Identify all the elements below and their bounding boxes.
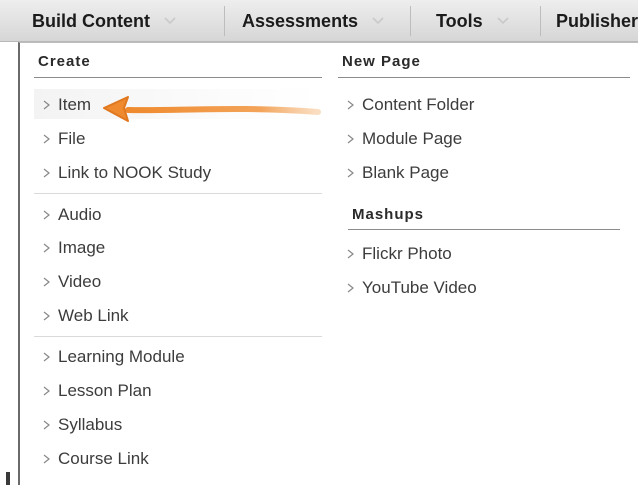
caret-right-icon <box>42 276 52 288</box>
tab-label: Build Content <box>32 10 150 31</box>
caret-right-icon <box>42 167 52 179</box>
menu-item-learning-module[interactable]: Learning Module <box>42 344 185 370</box>
caret-right-icon <box>346 282 356 294</box>
caret-right-icon <box>42 453 52 465</box>
menu-item-label: Web Link <box>58 306 129 325</box>
group-divider <box>34 336 322 337</box>
menu-item-label: Lesson Plan <box>58 381 152 400</box>
menu-item-label: Syllabus <box>58 415 123 434</box>
menu-item-file[interactable]: File <box>42 126 85 152</box>
caret-right-icon <box>42 99 52 111</box>
tab-label: Assessments <box>242 10 359 31</box>
menu-item-web-link[interactable]: Web Link <box>42 303 129 329</box>
menu-item-label: Audio <box>58 205 102 224</box>
menu-item-blank-page[interactable]: Blank Page <box>346 160 449 186</box>
menu-item-youtube-video[interactable]: YouTube Video <box>346 275 477 301</box>
menu-item-label: Module Page <box>362 129 463 148</box>
menu-item-label: Video <box>58 272 102 291</box>
tab-assessments[interactable]: Assessments <box>242 0 388 42</box>
menu-item-label: Flickr Photo <box>362 244 452 263</box>
group-divider <box>34 193 322 194</box>
tab-divider <box>540 6 541 36</box>
menu-item-course-link[interactable]: Course Link <box>42 446 149 472</box>
tab-tools[interactable]: Tools <box>436 0 513 42</box>
tab-publisher[interactable]: Publisher <box>556 0 638 42</box>
menu-item-content-folder[interactable]: Content Folder <box>346 92 474 118</box>
menu-item-label: File <box>58 129 86 148</box>
chevron-down-icon <box>493 11 513 31</box>
menu-item-item[interactable]: Item <box>42 92 91 118</box>
menu-item-video[interactable]: Video <box>42 269 101 295</box>
mashups-header-rule <box>348 229 620 230</box>
menu-item-module-page[interactable]: Module Page <box>346 126 462 152</box>
caret-right-icon <box>42 419 52 431</box>
caret-right-icon <box>42 351 52 363</box>
caret-right-icon <box>42 310 52 322</box>
menu-item-label: Course Link <box>58 449 149 468</box>
caret-right-icon <box>42 209 52 221</box>
menu-item-audio[interactable]: Audio <box>42 202 101 228</box>
menu-item-link-to-nook-study[interactable]: Link to NOOK Study <box>42 160 211 186</box>
tab-build-content[interactable]: Build Content <box>32 0 180 42</box>
new-page-header-rule <box>338 77 630 78</box>
tab-label: Tools <box>436 10 483 31</box>
tab-divider <box>224 6 225 36</box>
chevron-down-icon <box>160 11 180 31</box>
tab-label: Publisher <box>556 10 638 31</box>
caret-right-icon <box>346 133 356 145</box>
caret-right-icon <box>346 167 356 179</box>
caret-right-icon <box>42 385 52 397</box>
menu-item-image[interactable]: Image <box>42 235 105 261</box>
new-page-header: New Page <box>342 53 421 70</box>
panel-edge <box>6 472 10 485</box>
chevron-down-icon <box>368 11 388 31</box>
menu-item-label: Content Folder <box>362 95 475 114</box>
caret-right-icon <box>346 248 356 260</box>
menu-item-label: Item <box>58 95 92 114</box>
menu-item-flickr-photo[interactable]: Flickr Photo <box>346 241 452 267</box>
menu-item-lesson-plan[interactable]: Lesson Plan <box>42 378 152 404</box>
caret-right-icon <box>42 133 52 145</box>
menu-item-label: Learning Module <box>58 347 185 366</box>
menu-item-label: Blank Page <box>362 163 449 182</box>
menu-item-label: Image <box>58 238 106 257</box>
create-header-rule <box>34 77 322 78</box>
tab-divider <box>410 6 411 36</box>
top-menu-bar: Build Content Assessments Tools Publishe… <box>0 0 638 42</box>
caret-right-icon <box>42 242 52 254</box>
create-header: Create <box>38 53 91 70</box>
menu-item-label: YouTube Video <box>362 278 477 297</box>
menu-item-label: Link to NOOK Study <box>58 163 212 182</box>
menu-item-syllabus[interactable]: Syllabus <box>42 412 122 438</box>
caret-right-icon <box>346 99 356 111</box>
mashups-header: Mashups <box>352 206 425 223</box>
